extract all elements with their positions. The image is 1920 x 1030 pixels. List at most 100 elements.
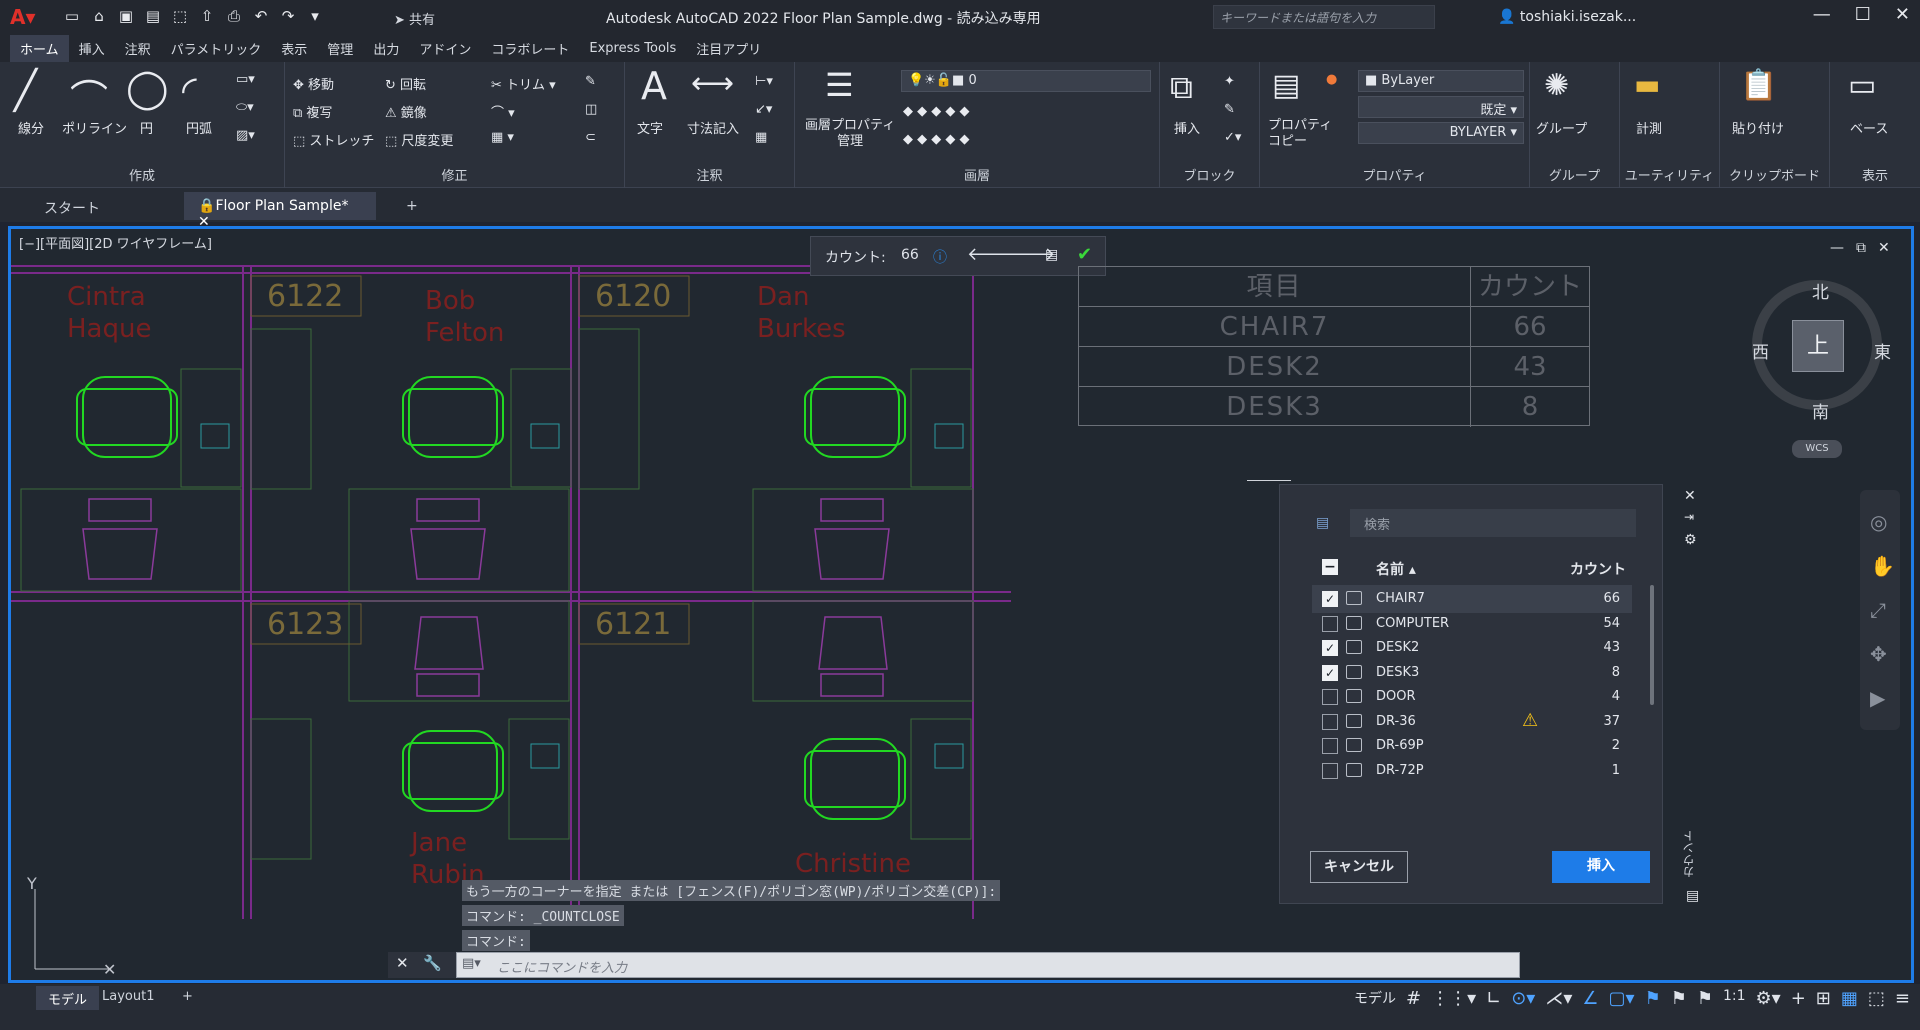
- tab-view[interactable]: 表示: [271, 35, 317, 62]
- layer-properties-icon[interactable]: ☰: [825, 66, 854, 104]
- tab-drawing[interactable]: 🔒Floor Plan Sample* ✕: [184, 192, 376, 230]
- move-button[interactable]: ✥ 移動: [293, 74, 334, 93]
- ortho-icon[interactable]: ∟: [1486, 988, 1501, 1009]
- save-icon[interactable]: ▣: [116, 6, 136, 26]
- tab-addins[interactable]: アドイン: [409, 35, 481, 62]
- polar-tracking-icon[interactable]: ⊙▾: [1511, 988, 1535, 1009]
- fillet-icon[interactable]: ⌒ ▾: [491, 102, 515, 121]
- block-list-icon[interactable]: ▤: [1316, 515, 1329, 531]
- publish-icon[interactable]: ⬚: [170, 6, 190, 26]
- insert-button[interactable]: 挿入: [1552, 851, 1650, 883]
- quick-properties-icon[interactable]: ▦: [1841, 988, 1858, 1009]
- palette-search-input[interactable]: 検索: [1350, 509, 1636, 537]
- annotation-scale-icon[interactable]: ⚑: [1697, 988, 1713, 1009]
- ellipse-icon[interactable]: ⬭▾: [236, 100, 254, 115]
- tab-featured-apps[interactable]: 注目アプリ: [686, 35, 771, 62]
- circle-icon[interactable]: ◯: [126, 66, 169, 110]
- base-view-icon[interactable]: ▭: [1848, 68, 1876, 103]
- palette-properties-icon[interactable]: ▤: [1686, 888, 1699, 904]
- tab-manage[interactable]: 管理: [317, 35, 363, 62]
- insert-block-icon[interactable]: ⧉: [1170, 68, 1193, 107]
- customize-icon[interactable]: ▾: [305, 6, 325, 26]
- redo-icon[interactable]: ↷: [278, 6, 298, 26]
- viewcube-north[interactable]: 北: [1812, 278, 1829, 303]
- polyline-label[interactable]: ポリライン: [62, 118, 127, 137]
- checkmark-icon[interactable]: ✔: [1077, 244, 1092, 265]
- palette-autohide-icon[interactable]: ⇥: [1684, 510, 1694, 524]
- item-checkbox[interactable]: [1322, 713, 1338, 730]
- text-label[interactable]: 文字: [637, 118, 663, 137]
- layer-dropdown[interactable]: 💡☀🔓■ 0: [901, 70, 1151, 92]
- viewport-minimize-icon[interactable]: —: [1830, 240, 1844, 256]
- lineweight-dropdown[interactable]: BYLAYER ▾: [1358, 122, 1524, 144]
- command-customize-icon[interactable]: 🔧: [423, 954, 442, 972]
- block-group-label[interactable]: ブロック: [1160, 165, 1259, 184]
- help-search-input[interactable]: キーワードまたは語句を入力: [1213, 5, 1435, 29]
- object-snap-tracking-icon[interactable]: ∠: [1582, 988, 1598, 1009]
- command-recent-icon[interactable]: ▤▾: [462, 956, 481, 971]
- command-close-icon[interactable]: ✕: [396, 954, 409, 972]
- cancel-button[interactable]: キャンセル: [1310, 851, 1408, 883]
- item-checkbox[interactable]: ✓: [1322, 664, 1338, 681]
- insert-field-icon[interactable]: ▤: [1045, 247, 1058, 263]
- layer-properties-label[interactable]: 画層プロパティ 管理: [805, 118, 895, 150]
- line-label[interactable]: 線分: [18, 118, 44, 137]
- rotate-button[interactable]: ↻ 回転: [385, 74, 426, 93]
- offset-icon[interactable]: ⊂: [585, 130, 596, 145]
- model-space-button[interactable]: モデル: [1354, 988, 1396, 1009]
- text-icon[interactable]: A: [641, 64, 667, 108]
- item-checkbox[interactable]: [1322, 615, 1338, 632]
- layer-tools-row2[interactable]: ◆ ◆ ◆ ◆ ◆: [903, 132, 970, 147]
- layer-tools-row1[interactable]: ◆ ◆ ◆ ◆ ◆: [903, 104, 970, 119]
- dimension-icon[interactable]: ⟷: [691, 66, 734, 101]
- units-icon[interactable]: ⊞: [1816, 988, 1831, 1009]
- copy-button[interactable]: ⧉ 複写: [293, 102, 332, 121]
- showmotion-icon[interactable]: ▶: [1870, 686, 1885, 710]
- list-item[interactable]: DR-72P 1: [1312, 757, 1632, 785]
- item-checkbox[interactable]: [1322, 689, 1338, 705]
- scale-button[interactable]: ⬚ 尺度変更: [385, 130, 453, 149]
- group-icon[interactable]: ✺: [1544, 68, 1569, 103]
- select-all-checkbox[interactable]: −: [1322, 559, 1338, 575]
- array-icon[interactable]: ▦ ▾: [491, 130, 514, 145]
- info-icon[interactable]: ⓘ: [933, 247, 947, 267]
- tab-start[interactable]: スタート: [30, 192, 114, 220]
- palette-scrollbar[interactable]: [1650, 585, 1654, 705]
- match-properties-icon[interactable]: ▤: [1272, 68, 1300, 103]
- stretch-button[interactable]: ⬚ ストレッチ: [293, 130, 374, 149]
- object-snap-icon[interactable]: ▢▾: [1609, 988, 1635, 1009]
- isometric-icon[interactable]: ⋌▾: [1545, 988, 1572, 1009]
- measure-icon[interactable]: ▬: [1634, 68, 1660, 101]
- erase-icon[interactable]: ✎: [585, 74, 596, 89]
- zoom-extents-icon[interactable]: ⤢: [1870, 598, 1886, 622]
- annotation-visibility-icon[interactable]: ⚑: [1645, 988, 1661, 1009]
- arc-label[interactable]: 円弧: [186, 118, 212, 137]
- layers-group-label[interactable]: 画層: [795, 165, 1159, 184]
- wcs-menu[interactable]: WCS: [1792, 440, 1842, 458]
- user-account[interactable]: 👤 toshiaki.isezak...: [1498, 9, 1636, 25]
- rectangle-icon[interactable]: ▭▾: [236, 72, 255, 87]
- line-icon[interactable]: ╱: [14, 68, 37, 112]
- item-checkbox[interactable]: [1322, 738, 1338, 754]
- count-column-header[interactable]: カウント: [1570, 559, 1626, 579]
- modify-group-label[interactable]: 修正: [285, 165, 624, 184]
- command-input[interactable]: ここにコマンドを入力: [456, 952, 1520, 978]
- add-layout-icon[interactable]: +: [170, 986, 205, 1010]
- save-as-icon[interactable]: ▤: [143, 6, 163, 26]
- palette-close-icon[interactable]: ✕: [1684, 488, 1696, 504]
- hatch-icon[interactable]: ▨▾: [236, 128, 255, 143]
- close-icon[interactable]: ✕: [1895, 4, 1910, 25]
- undo-icon[interactable]: ↶: [251, 6, 271, 26]
- pan-icon[interactable]: ✋: [1870, 554, 1895, 578]
- steering-wheel-icon[interactable]: ◎: [1870, 510, 1887, 534]
- view-group-label[interactable]: 表示: [1830, 165, 1920, 184]
- annotation-scale-value[interactable]: 1:1: [1723, 988, 1746, 1009]
- block-attr-icon[interactable]: ✓▾: [1224, 130, 1241, 145]
- new-tab-icon[interactable]: +: [392, 192, 432, 220]
- viewcube-south[interactable]: 南: [1812, 398, 1829, 423]
- item-checkbox[interactable]: ✓: [1322, 640, 1338, 656]
- share-file-icon[interactable]: ⇧: [197, 6, 217, 26]
- edit-block-icon[interactable]: ✎: [1224, 102, 1235, 117]
- measure-label[interactable]: 計測: [1636, 118, 1662, 137]
- viewport-close-icon[interactable]: ✕: [1878, 240, 1890, 256]
